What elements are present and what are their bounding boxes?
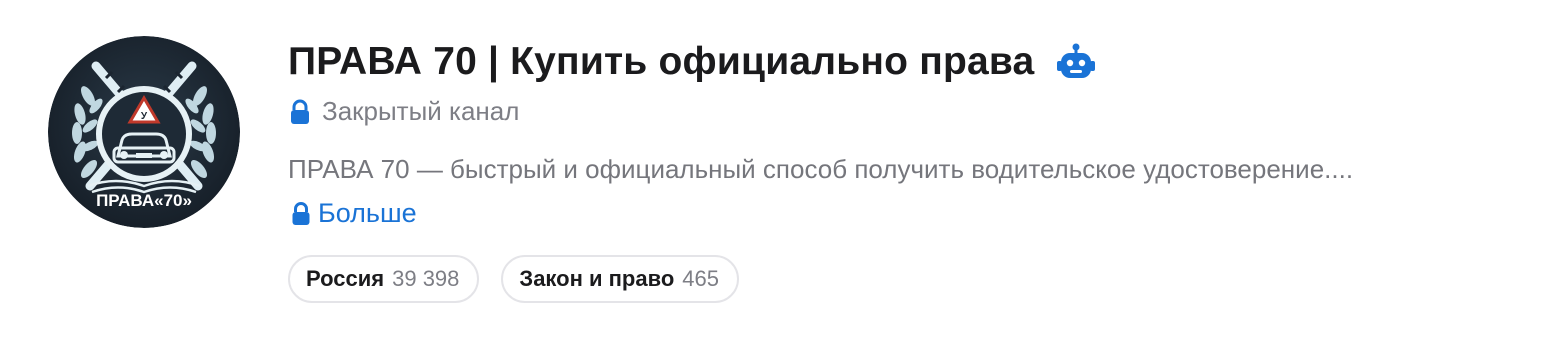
channel-status: Закрытый канал [322,96,520,126]
title-row: ПРАВА 70 | Купить официально права [288,40,1096,84]
driving-school-emblem-icon: У ПРАВА«70» [48,36,240,228]
channel-avatar[interactable]: У ПРАВА«70» [48,36,240,228]
tag-count: 465 [682,266,719,291]
svg-text:У: У [141,111,148,122]
tag-count: 39 398 [392,266,460,291]
channel-status-row: Закрытый канал [288,96,519,127]
tag-law[interactable]: Закон и право 465 [501,255,739,303]
channel-title: ПРАВА 70 | Купить официально права [288,40,1035,83]
category-tags: Россия 39 398 Закон и право 465 [288,255,739,303]
lock-icon [290,201,312,226]
more-label: Больше [318,198,417,228]
robot-icon [1056,42,1096,82]
tag-russia[interactable]: Россия 39 398 [288,255,480,303]
more-button[interactable]: Больше [290,198,417,229]
tag-name: Закон и право [519,266,675,291]
avatar-badge-text: ПРАВА«70» [96,191,192,210]
lock-icon [288,99,312,125]
channel-description: ПРАВА 70 — быстрый и официальный способ … [288,154,1354,184]
tag-name: Россия [306,266,385,291]
